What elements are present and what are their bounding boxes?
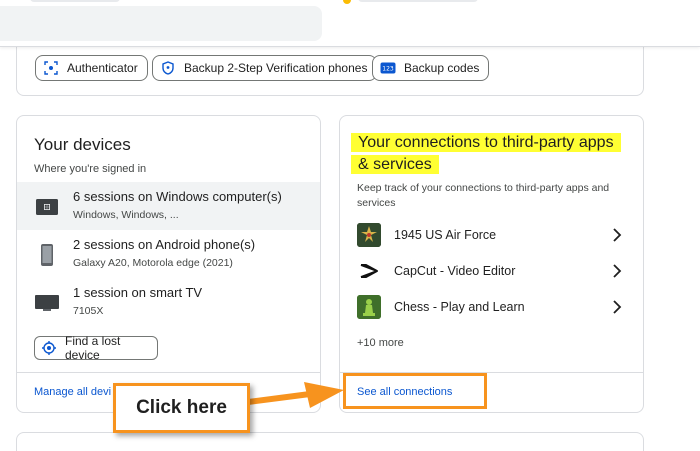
annotation-arrow-icon	[248, 382, 344, 408]
see-all-highlight-box	[343, 373, 487, 409]
app-name: CapCut - Video Editor	[394, 264, 516, 278]
device-detail-text: Galaxy A20, Motorola edge (2021)	[73, 257, 233, 269]
faint-text	[30, 0, 120, 2]
device-main-text: 1 session on smart TV	[73, 285, 203, 300]
device-row-windows[interactable]: 6 sessions on Windows computer(s) Window…	[17, 182, 320, 230]
device-row-tv[interactable]: 1 session on smart TV 7105X	[17, 278, 320, 326]
devices-subtitle: Where you're signed in	[34, 163, 147, 175]
app-name: 1945 US Air Force	[394, 228, 497, 242]
connections-title-text: Your connections to third-party apps & s…	[351, 133, 621, 174]
laptop-icon	[35, 196, 59, 218]
app-row-airforce[interactable]: 1945 US Air Force	[340, 218, 643, 252]
click-here-callout: Click here	[113, 383, 250, 433]
app-name: Chess - Play and Learn	[394, 300, 525, 314]
chevron-right-icon	[613, 264, 622, 278]
connections-subtitle: Keep track of your connections to third-…	[357, 182, 610, 209]
device-detail-text: Windows, Windows, ...	[73, 209, 179, 221]
chess-icon	[357, 295, 381, 319]
airforce-game-icon	[357, 223, 381, 247]
search-bar[interactable]	[0, 6, 322, 41]
app-row-capcut[interactable]: CapCut - Video Editor	[340, 254, 643, 288]
shield-icon	[160, 60, 176, 76]
authenticator-icon	[43, 60, 59, 76]
find-lost-device-button[interactable]: Find a lost device	[34, 334, 158, 362]
manage-devices-link[interactable]: Manage all devi	[34, 386, 111, 398]
find-button-label: Find a lost device	[65, 334, 121, 362]
phone-icon	[35, 244, 59, 266]
authenticator-chip[interactable]: Authenticator	[35, 55, 148, 81]
connections-card: Your connections to third-party apps & s…	[339, 115, 644, 413]
device-row-android[interactable]: 2 sessions on Android phone(s) Galaxy A2…	[17, 230, 320, 278]
backup-codes-icon: 123	[380, 60, 396, 76]
faint-text	[358, 0, 478, 2]
chip-label: Authenticator	[67, 61, 138, 75]
devices-title: Your devices	[34, 135, 131, 154]
chip-label: Backup 2-Step Verification phones	[184, 61, 368, 75]
device-main-text: 6 sessions on Windows computer(s)	[73, 189, 282, 204]
backup-codes-icon-text: 123	[382, 66, 394, 73]
security-page: Authenticator Backup 2-Step Verification…	[0, 0, 700, 451]
device-main-text: 2 sessions on Android phone(s)	[73, 237, 256, 252]
capcut-icon	[357, 259, 381, 283]
backup-codes-chip[interactable]: 123 Backup codes	[372, 55, 490, 81]
devices-card: Your devices Where you're signed in 6 se…	[16, 115, 321, 413]
connections-title: Your connections to third-party apps & s…	[351, 132, 621, 176]
top-overlay-bar	[0, 0, 700, 47]
device-detail-text: 7105X	[73, 305, 104, 317]
status-dot-icon	[343, 0, 351, 4]
more-connections-text: +10 more	[357, 337, 404, 349]
tv-icon	[35, 292, 59, 314]
app-row-chess[interactable]: Chess - Play and Learn	[340, 290, 643, 324]
chevron-right-icon	[613, 300, 622, 314]
locate-icon	[42, 341, 56, 355]
backup-phones-chip[interactable]: Backup 2-Step Verification phones	[152, 55, 378, 81]
card-divider	[17, 372, 320, 373]
next-card	[16, 432, 644, 451]
chevron-right-icon	[613, 228, 622, 242]
chip-label: Backup codes	[404, 61, 480, 75]
